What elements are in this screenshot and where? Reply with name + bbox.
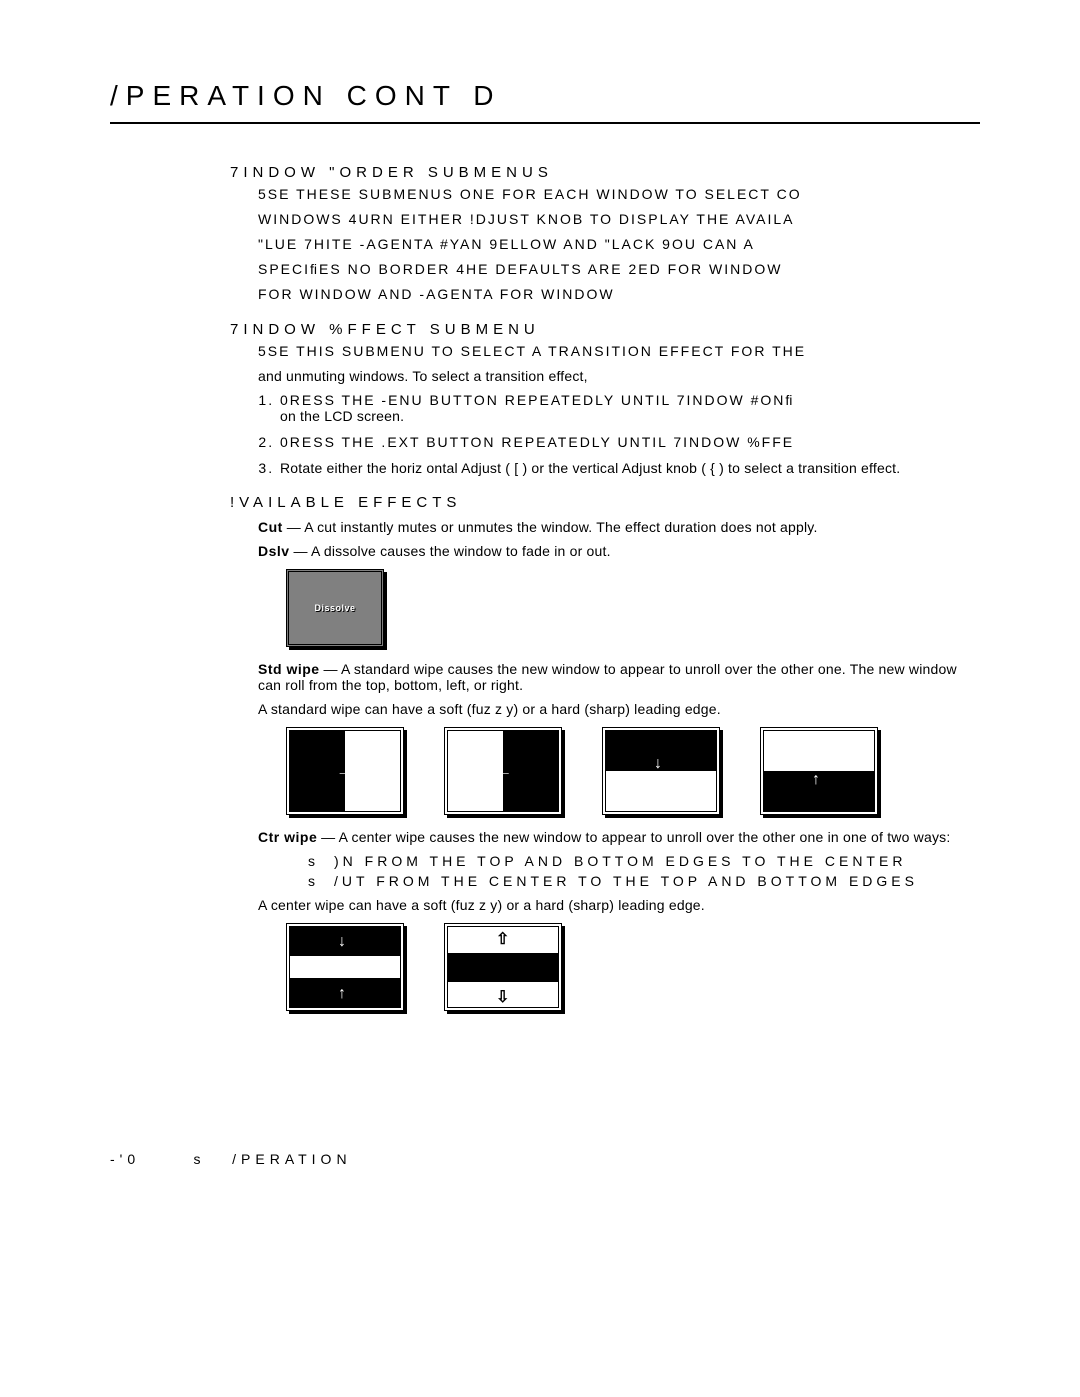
title-rule	[110, 122, 980, 124]
step-3: Rotate either the horiz ontal Adjust ( […	[280, 460, 980, 476]
para: and unmuting windows. To select a transi…	[258, 367, 980, 386]
content-column: 7INDOW "ORDER SUBMENUS 5SE THESE SUBMENU…	[230, 164, 980, 1011]
arrow-down-icon: ↓	[654, 755, 662, 773]
arrow-right-icon: →	[336, 763, 352, 781]
arrow-down-icon: ⇩	[496, 987, 509, 1007]
wipe-from-left-icon: →	[286, 727, 404, 815]
effect-dissolve: Dslv — A dissolve causes the window to f…	[258, 543, 980, 559]
effect-std-wipe: Std wipe — A standard wipe causes the ne…	[258, 661, 980, 693]
para: SPECIﬁES NO BORDER 4HE DEFAULTS ARE 2ED …	[258, 260, 980, 279]
ctr-wipe-bullets: s)N FROM THE TOP AND BOTTOM EDGES TO THE…	[308, 853, 980, 889]
para: 5SE THIS SUBMENU TO SELECT A TRANSITION …	[258, 342, 980, 361]
effect-ctr-wipe: Ctr wipe — A center wipe causes the new …	[258, 829, 980, 845]
footer-mid: s	[193, 1151, 205, 1167]
center-wipe-in-icon: ↓ ↑	[286, 923, 404, 1011]
para: WINDOWS 4URN EITHER !DJUST KNOB TO DISPL…	[258, 210, 980, 229]
std-wipe-diagrams: → ← ↓ ↑	[286, 727, 980, 815]
effects-list: Cut — A cut instantly mutes or unmutes t…	[258, 519, 980, 1011]
heading-window-border: 7INDOW "ORDER SUBMENUS	[230, 164, 980, 181]
step-1: 0RESS THE -ENU BUTTON REPEATEDLY UNTIL 7…	[280, 392, 980, 424]
heading-available-effects: !VAILABLE EFFECTS	[230, 494, 980, 511]
wipe-from-top-icon: ↓	[602, 727, 720, 815]
footer-right: /PERATION	[232, 1151, 351, 1167]
effect-cut: Cut — A cut instantly mutes or unmutes t…	[258, 519, 980, 535]
wipe-from-bottom-icon: ↑	[760, 727, 878, 815]
heading-window-effect: 7INDOW %FFECT SUBMENU	[230, 321, 980, 338]
std-wipe-note: A standard wipe can have a soft (fuz z y…	[258, 701, 980, 717]
step-2: 0RESS THE .EXT BUTTON REPEATEDLY UNTIL 7…	[280, 434, 980, 450]
page-footer: -'0 s /PERATION	[110, 1151, 980, 1167]
arrow-up-icon: ⇧	[496, 929, 509, 949]
ctr-wipe-diagrams: ↓ ↑ ⇧ ⇩	[286, 923, 980, 1011]
steps-list: 0RESS THE -ENU BUTTON REPEATEDLY UNTIL 7…	[258, 392, 980, 476]
para: 5SE THESE SUBMENUS ONE FOR EACH WINDOW T…	[258, 185, 980, 204]
page-title: /PERATION CONT D	[110, 80, 980, 112]
center-wipe-out-icon: ⇧ ⇩	[444, 923, 562, 1011]
arrow-up-icon: ↑	[338, 985, 346, 1003]
wipe-from-right-icon: ←	[444, 727, 562, 815]
bullet-in: s)N FROM THE TOP AND BOTTOM EDGES TO THE…	[308, 853, 980, 869]
para: "LUE 7HITE -AGENTA #YAN 9ELLOW AND "LACK…	[258, 235, 980, 254]
para: FOR WINDOW AND -AGENTA FOR WINDOW	[258, 285, 980, 304]
dissolve-caption: Dissolve	[314, 603, 355, 613]
footer-left: -'0	[110, 1151, 140, 1167]
arrow-down-icon: ↓	[338, 933, 346, 951]
bullet-out: s/UT FROM THE CENTER TO THE TOP AND BOTT…	[308, 873, 980, 889]
ctr-wipe-note: A center wipe can have a soft (fuz z y) …	[258, 897, 980, 913]
arrow-left-icon: ←	[496, 763, 512, 781]
dissolve-diagram: Dissolve	[286, 569, 384, 647]
arrow-up-icon: ↑	[812, 771, 820, 789]
page-root: /PERATION CONT D 7INDOW "ORDER SUBMENUS …	[0, 0, 1080, 1207]
